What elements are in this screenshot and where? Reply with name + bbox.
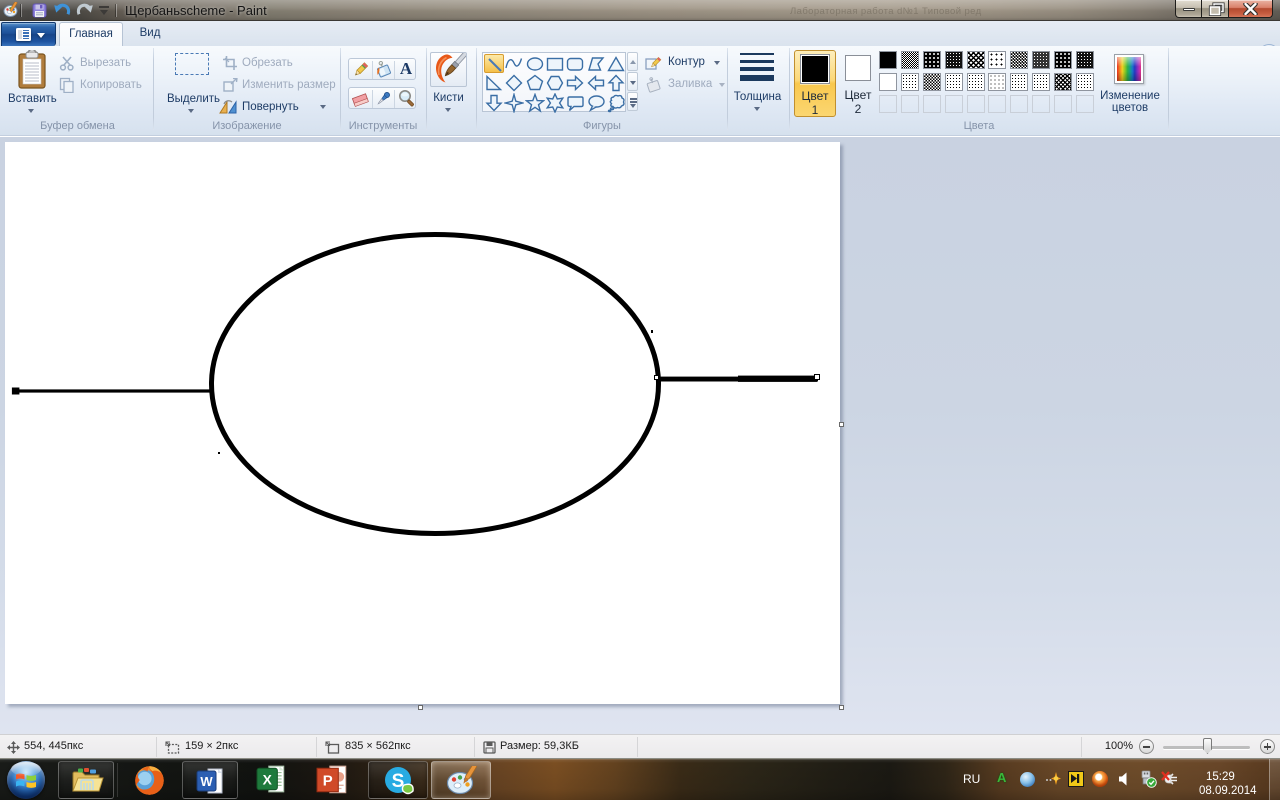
svg-text:P: P [323, 773, 333, 789]
svg-text:X: X [263, 771, 273, 787]
svg-text:W: W [200, 774, 213, 789]
